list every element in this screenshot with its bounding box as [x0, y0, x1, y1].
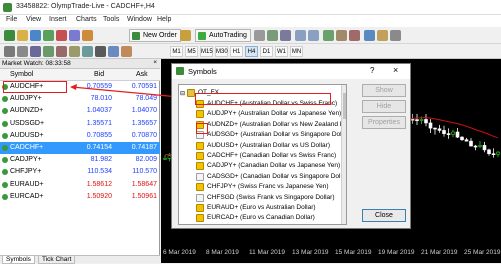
properties-button[interactable]: Properties [362, 116, 406, 129]
dialog-title-bar: Symbols ? × [172, 64, 410, 79]
highlight-dialog-audchf [195, 93, 331, 105]
tree-symbol-label: AUDNZD+ (Australian Dollar vs New Zealan… [207, 120, 347, 128]
highlight-dialog-audsgd-icon [196, 123, 208, 134]
tree-symbol-item[interactable]: EURAUD+ (Euro vs Australian Dollar) [179, 203, 339, 213]
tree-symbol-label: CHFJPY+ (Swiss Franc vs Japanese Yen) [207, 183, 329, 191]
show-button[interactable]: Show [362, 84, 406, 97]
symbols-tree[interactable]: ⊟ OT_FX AUDCHF+ (Australian Dollar vs Sw… [178, 84, 347, 225]
symbol-icon [196, 110, 204, 119]
tree-scrollbar[interactable] [341, 85, 346, 224]
tree-symbol-item[interactable]: CHFSGD (Swiss Frank vs Singapore Dollar) [179, 193, 339, 203]
tree-symbol-label: AUDJPY+ (Australian Dollar vs Japanese Y… [207, 110, 342, 118]
tree-symbol-item[interactable]: AUDUSD+ (Australian Dollar vs US Dollar) [179, 141, 339, 151]
help-icon[interactable]: ? [370, 66, 374, 75]
symbols-dialog: Symbols ? × ⊟ OT_FX AUDCHF+ (Australian … [171, 63, 411, 229]
dialog-app-icon [176, 67, 184, 75]
tree-symbol-label: CADJPY+ (Canadian Dollar vs Japanese Yen… [207, 162, 341, 170]
symbol-icon [196, 162, 204, 171]
tree-symbol-item[interactable]: AUDJPY+ (Australian Dollar vs Japanese Y… [179, 109, 342, 119]
tree-symbol-item[interactable]: CHFJPY+ (Swiss Franc vs Japanese Yen) [179, 182, 339, 192]
symbol-icon [196, 183, 204, 192]
dialog-title: Symbols [188, 67, 217, 76]
tree-symbol-item[interactable]: EURCAD+ (Euro vs Canadian Dollar) [179, 213, 339, 223]
symbol-icon [196, 152, 204, 160]
scrollbar-thumb[interactable] [343, 93, 346, 119]
symbol-icon [196, 193, 204, 202]
collapse-icon[interactable]: ⊟ [180, 90, 185, 97]
tree-symbol-item[interactable]: CADJPY+ (Canadian Dollar vs Japanese Yen… [179, 161, 341, 171]
folder-icon [187, 89, 195, 97]
tree-symbol-label: EURCAD+ (Euro vs Canadian Dollar) [207, 214, 315, 222]
symbol-icon [196, 141, 204, 150]
tree-symbol-label: AUDUSD+ (Australian Dollar vs US Dollar) [207, 141, 330, 149]
hide-button[interactable]: Hide [362, 100, 406, 113]
tree-symbol-label: AUDSGD+ (Australian Dollar vs Singapore … [207, 131, 347, 139]
annotation-arrowhead [70, 84, 77, 90]
highlight-market-watch-audchf [3, 81, 67, 93]
tree-symbol-label: CADCHF+ (Canadian Dollar vs Swiss Franc) [207, 152, 337, 159]
tree-symbol-label: EURAUD+ (Euro vs Australian Dollar) [207, 204, 316, 211]
symbol-icon [196, 172, 204, 181]
tree-symbol-label: CADSGD+ (Canadian Dollar vs Singapore Do… [207, 172, 347, 180]
dialog-close-icon[interactable]: × [393, 65, 398, 75]
tree-symbol-item[interactable]: CADCHF+ (Canadian Dollar vs Swiss Franc) [179, 151, 339, 161]
symbol-icon [196, 214, 204, 223]
close-button[interactable]: Close [362, 209, 406, 222]
tree-symbol-label: CHFSGD (Swiss Frank vs Singapore Dollar) [207, 193, 335, 201]
tree-symbol-item[interactable]: CADSGD+ (Canadian Dollar vs Singapore Do… [179, 172, 346, 182]
symbol-icon [196, 204, 204, 212]
